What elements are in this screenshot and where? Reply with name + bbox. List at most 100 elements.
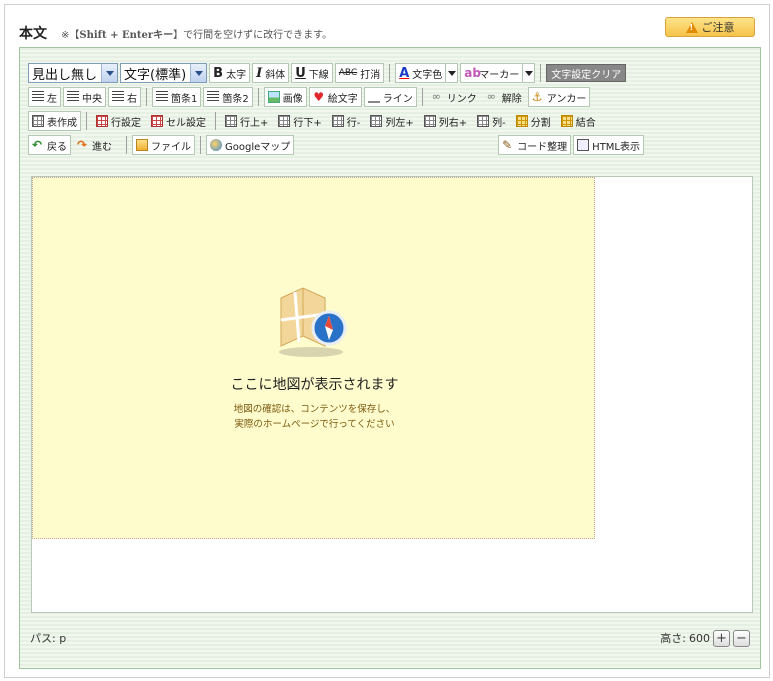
- bullet-list-1-button[interactable]: 箇条1: [152, 87, 202, 107]
- col-delete-icon: [477, 115, 490, 127]
- chevron-down-icon: [101, 64, 118, 82]
- toolbar-row-insert: 左 中央 右 箇条1 箇条2 画像 ♥ 絵文字 ライン ∞ リンク ∞ 解除 ⚓ アンカ…: [28, 86, 591, 108]
- bold-icon: B: [213, 65, 224, 81]
- italic-button[interactable]: I 斜体: [252, 63, 290, 83]
- merge-cell-button[interactable]: 結合: [557, 111, 600, 131]
- toolbar-row-table: 表作成 行設定 セル設定 行上+ 行下+ 行- 列左+ 列右+ 列- 分割 結合: [28, 110, 600, 132]
- font-color-button[interactable]: A 文字色: [395, 63, 447, 83]
- row-settings-button[interactable]: 行設定: [92, 111, 145, 131]
- table-icon: [32, 115, 44, 127]
- toolbar-separator: [215, 112, 216, 130]
- chevron-down-icon: [524, 70, 533, 76]
- list-icon: [156, 91, 168, 103]
- content-editor-panel: 本文 ※【Shift + Enterキー】で行間を空けずに改行できます。 ご注意…: [4, 4, 770, 678]
- editor-content-area[interactable]: ここに地図が表示されます 地図の確認は、コンテンツを保存し、 実際のホームページ…: [31, 176, 753, 613]
- insert-image-button[interactable]: 画像: [263, 87, 307, 107]
- warning-icon: [685, 21, 698, 33]
- line-icon: [367, 91, 380, 103]
- strikethrough-icon: ABC: [338, 68, 358, 78]
- insert-col-left-button[interactable]: 列左+: [366, 111, 417, 131]
- split-cell-button[interactable]: 分割: [512, 111, 555, 131]
- undo-button[interactable]: ↶ 戻る: [28, 135, 71, 155]
- cell-settings-button[interactable]: セル設定: [147, 111, 210, 131]
- anchor-button[interactable]: ⚓ アンカー: [527, 87, 591, 107]
- delete-row-button[interactable]: 行-: [328, 111, 365, 131]
- marker-dropdown[interactable]: [523, 63, 536, 83]
- section-header: 本文 ※【Shift + Enterキー】で行間を空けずに改行できます。: [19, 23, 332, 43]
- toolbar-row-misc: ↶ 戻る ↷ 進む ファイル Googleマップ ✎ コード整理 HTML表示: [28, 134, 754, 156]
- col-left-icon: [370, 115, 383, 127]
- image-icon: [267, 91, 280, 103]
- emoji-button[interactable]: ♥ 絵文字: [308, 87, 362, 107]
- strikethrough-button[interactable]: ABC 打消: [334, 63, 385, 83]
- table-row-icon: [96, 115, 108, 127]
- undo-icon: ↶: [32, 138, 43, 152]
- chevron-down-icon: [447, 70, 456, 76]
- insert-row-above-button[interactable]: 行上+: [221, 111, 272, 131]
- broom-icon: ✎: [502, 138, 513, 152]
- toolbar-separator: [126, 136, 127, 154]
- insert-link-button[interactable]: ∞ リンク: [428, 87, 481, 107]
- html-icon: [577, 139, 590, 151]
- anchor-icon: ⚓: [531, 90, 543, 104]
- toolbar-separator: [389, 64, 391, 82]
- section-title: 本文: [19, 26, 47, 42]
- row-above-icon: [225, 115, 237, 127]
- toolbar-separator: [86, 112, 87, 130]
- font-size-select[interactable]: 文字(標準): [120, 63, 208, 83]
- row-delete-icon: [331, 115, 344, 127]
- heart-icon: ♥: [313, 90, 325, 104]
- insert-col-right-button[interactable]: 列右+: [420, 111, 471, 131]
- italic-icon: I: [256, 65, 263, 81]
- html-view-button[interactable]: HTML表示: [573, 135, 644, 155]
- bullet-list-2-button[interactable]: 箇条2: [203, 87, 253, 107]
- toolbar-separator: [200, 136, 201, 154]
- map-placeholder-note: 地図の確認は、コンテンツを保存し、 実際のホームページで行ってください: [233, 404, 396, 430]
- marker-button[interactable]: ab マーカー: [460, 63, 524, 83]
- map-placeholder[interactable]: ここに地図が表示されます 地図の確認は、コンテンツを保存し、 実際のホームページ…: [32, 177, 595, 539]
- rich-text-editor: 見出し無し 文字(標準) B 太字 I 斜体 U 下線 ABC 打消 A 文字色 ab マー…: [19, 47, 761, 669]
- file-button[interactable]: ファイル: [132, 135, 195, 155]
- align-right-button[interactable]: 右: [108, 87, 141, 107]
- row-below-icon: [278, 115, 291, 127]
- unlink-icon: ∞: [486, 90, 496, 103]
- map-icon: [210, 139, 222, 151]
- toolbar-separator: [421, 88, 423, 106]
- code-tidy-button[interactable]: ✎ コード整理: [498, 135, 572, 155]
- split-icon: [515, 115, 528, 127]
- height-control: 高さ: 600 + −: [660, 629, 750, 647]
- height-label: 高さ:: [660, 632, 686, 645]
- toolbar-separator: [257, 88, 259, 106]
- numbered-list-icon: [207, 91, 220, 103]
- heading-select[interactable]: 見出し無し: [28, 63, 119, 83]
- height-decrease-button[interactable]: −: [733, 629, 750, 647]
- align-center-icon: [67, 91, 79, 103]
- delete-col-button[interactable]: 列-: [473, 111, 510, 131]
- unlink-button[interactable]: ∞ 解除: [483, 87, 526, 107]
- caution-button[interactable]: ご注意: [665, 17, 755, 37]
- link-icon: ∞: [431, 90, 441, 103]
- font-color-dropdown[interactable]: [446, 63, 459, 83]
- caution-label: ご注意: [701, 21, 735, 34]
- font-color-icon: A: [399, 65, 410, 81]
- underline-icon: U: [295, 65, 306, 81]
- marker-icon: ab: [464, 66, 481, 80]
- underline-button[interactable]: U 下線: [291, 63, 333, 83]
- bold-button[interactable]: B 太字: [209, 63, 251, 83]
- toolbar-separator: [146, 88, 147, 106]
- height-value: 600: [689, 631, 710, 645]
- toolbar-row-format: 見出し無し 文字(標準) B 太字 I 斜体 U 下線 ABC 打消 A 文字色 ab マー…: [28, 62, 627, 84]
- horizontal-line-button[interactable]: ライン: [363, 87, 417, 107]
- align-left-icon: [32, 91, 44, 103]
- align-center-button[interactable]: 中央: [63, 87, 106, 107]
- insert-row-below-button[interactable]: 行下+: [274, 111, 325, 131]
- google-map-button[interactable]: Googleマップ: [206, 135, 295, 155]
- redo-button[interactable]: ↷ 進む: [73, 135, 116, 155]
- clear-format-button[interactable]: 文字設定クリア: [546, 64, 627, 82]
- height-increase-button[interactable]: +: [713, 629, 730, 647]
- align-left-button[interactable]: 左: [28, 87, 61, 107]
- create-table-button[interactable]: 表作成: [28, 111, 81, 131]
- align-right-icon: [112, 91, 124, 103]
- redo-icon: ↷: [77, 138, 88, 152]
- map-placeholder-title: ここに地図が表示されます: [230, 377, 399, 393]
